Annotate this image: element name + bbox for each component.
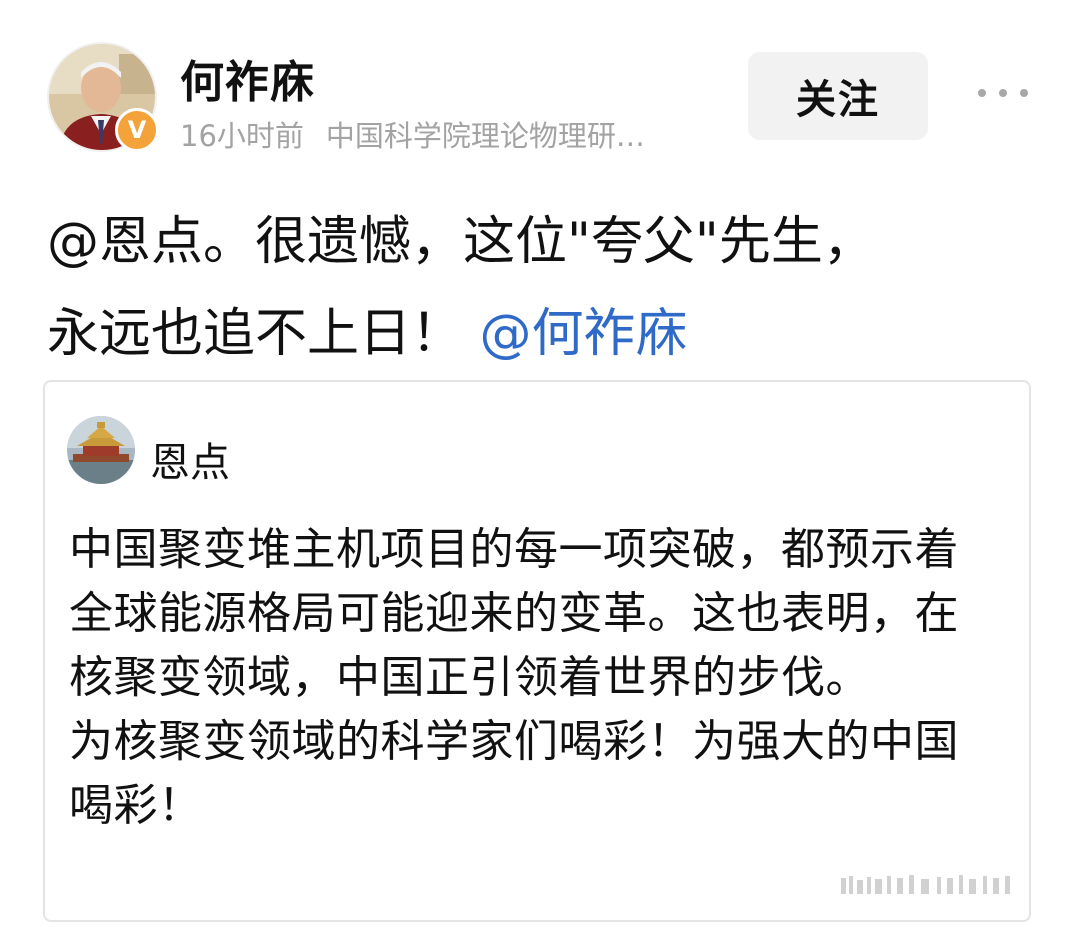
follow-button[interactable]: 关注 bbox=[748, 52, 928, 140]
dot bbox=[978, 89, 986, 97]
post-text-line-1: @恩点。很遗憾，这位"夸父"先生， bbox=[47, 212, 875, 272]
author-description: 中国科学院理论物理研… bbox=[325, 119, 645, 153]
quoted-author-avatar[interactable] bbox=[67, 416, 135, 484]
dot bbox=[999, 89, 1007, 97]
post-text-line-2: 永远也追不上日！ @何祚庥 bbox=[47, 288, 1047, 380]
watermark bbox=[841, 872, 1021, 898]
verified-badge-icon: V bbox=[115, 108, 159, 152]
mention-link[interactable]: @何祚庥 bbox=[480, 304, 688, 364]
quoted-post-card[interactable]: 恩点 中国聚变堆主机项目的每一项突破，都预示着全球能源格局可能迎来的变革。这也表… bbox=[43, 380, 1031, 922]
post-body: @恩点。很遗憾，这位"夸父"先生， 永远也追不上日！ @何祚庥 bbox=[47, 196, 1047, 380]
author-avatar[interactable]: V bbox=[47, 42, 159, 152]
quoted-post-text: 中国聚变堆主机项目的每一项突破，都预示着全球能源格局可能迎来的变革。这也表明，在… bbox=[69, 524, 959, 831]
post-text-content: 永远也追不上日！ bbox=[47, 304, 464, 364]
author-name[interactable]: 何祚庥 bbox=[180, 46, 315, 110]
post-header: V 何祚庥 16小时前 中国科学院理论物理研… 关注 bbox=[0, 0, 1078, 170]
post-meta: 16小时前 中国科学院理论物理研… bbox=[180, 113, 710, 155]
quoted-author-name[interactable]: 恩点 bbox=[150, 430, 230, 488]
more-options-icon[interactable] bbox=[978, 78, 1028, 108]
post-time: 16小时前 bbox=[180, 119, 304, 153]
dot bbox=[1020, 89, 1028, 97]
